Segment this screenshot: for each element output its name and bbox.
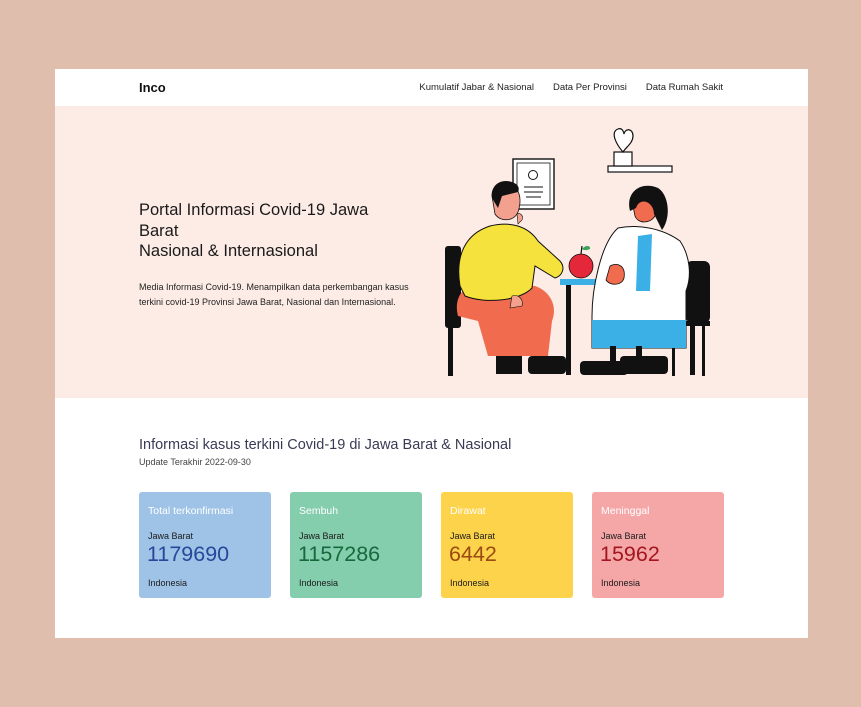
card-region: Jawa Barat: [601, 531, 647, 541]
nav-link-rumah-sakit[interactable]: Data Rumah Sakit: [646, 82, 723, 93]
card-footer: Indonesia: [148, 578, 188, 588]
card-title: Dirawat: [450, 505, 486, 517]
nav-link-kumulatif[interactable]: Kumulatif Jabar & Nasional: [419, 82, 534, 93]
hero-section: Portal Informasi Covid-19 Jawa Barat Nas…: [55, 106, 808, 398]
navbar: Inco Kumulatif Jabar & Nasional Data Per…: [55, 69, 808, 106]
card-sembuh: Sembuh Jawa Barat 1157286 Indonesia: [290, 492, 422, 598]
apple-icon: [568, 245, 594, 279]
hero-title-line: Barat: [139, 221, 179, 240]
card-dirawat: Dirawat Jawa Barat 6442 Indonesia: [441, 492, 573, 598]
card-title: Meninggal: [601, 505, 650, 517]
info-section: Informasi kasus terkini Covid-19 di Jawa…: [55, 398, 808, 638]
nav-link-provinsi[interactable]: Data Per Provinsi: [553, 82, 627, 93]
card-footer: Indonesia: [601, 578, 641, 588]
hero-title-line: Portal Informasi Covid-19 Jawa: [139, 201, 369, 219]
brand-logo[interactable]: Inco: [139, 80, 166, 95]
card-region: Jawa Barat: [299, 531, 345, 541]
page-frame: Inco Kumulatif Jabar & Nasional Data Per…: [55, 69, 808, 638]
card-region: Jawa Barat: [450, 531, 496, 541]
card-title: Total terkonfirmasi: [148, 505, 234, 517]
card-value: 6442: [449, 542, 497, 566]
last-update: Update Terakhir 2022-09-30: [139, 457, 251, 467]
card-region: Jawa Barat: [148, 531, 194, 541]
card-value: 1179690: [147, 542, 230, 566]
card-footer: Indonesia: [450, 578, 490, 588]
doctor-figure: [580, 185, 690, 375]
patient-figure: [456, 180, 566, 374]
nav-links: Kumulatif Jabar & Nasional Data Per Prov…: [419, 82, 723, 93]
card-value: 15962: [600, 542, 660, 566]
card-title: Sembuh: [299, 505, 339, 517]
hero-title-line: Nasional & Internasional: [139, 242, 318, 260]
hero-description: Media Informasi Covid-19. Menampilkan da…: [139, 282, 409, 307]
card-footer: Indonesia: [299, 578, 339, 588]
card-total-terkonfirmasi: Total terkonfirmasi Jawa Barat 1179690 I…: [139, 492, 271, 598]
card-meninggal: Meninggal Jawa Barat 15962 Indonesia: [592, 492, 724, 598]
info-title: Informasi kasus terkini Covid-19 di Jawa…: [139, 437, 512, 453]
hero-title: Portal Informasi Covid-19 Jawa Barat Nas…: [139, 200, 409, 262]
card-value: 1157286: [298, 542, 381, 566]
plant-shelf: [607, 128, 673, 173]
doctor-consultation-illustration: [445, 128, 710, 376]
